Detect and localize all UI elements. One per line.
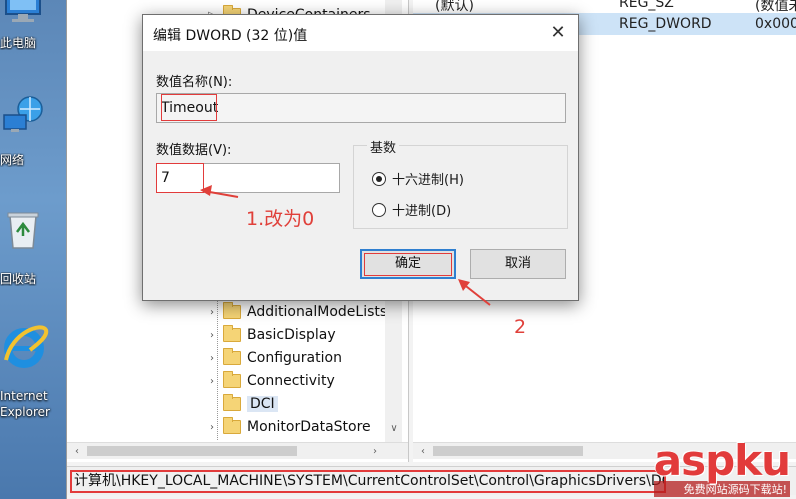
ie-icon	[4, 325, 49, 368]
radio-button[interactable]	[372, 202, 386, 217]
tree-item-label: Configuration	[247, 350, 342, 366]
value-row[interactable]: (默认) REG_SZ (数值未	[413, 0, 796, 14]
dialog-titlebar[interactable]: 编辑 DWORD (32 位)值 ✕	[143, 15, 578, 51]
chevron-right-icon[interactable]: ›	[207, 307, 217, 318]
chevron-right-icon[interactable]: ›	[207, 422, 217, 433]
radio-dec-label: 十进制(D)	[392, 204, 452, 219]
tree-item-basicdisplay[interactable]: › BasicDisplay	[207, 324, 407, 346]
tree-item-label: AdditionalModeLists	[247, 304, 388, 320]
chevron-right-icon[interactable]: ›	[207, 353, 217, 364]
desktop-icon-internet-explorer[interactable]: Internet Explorer	[0, 322, 66, 432]
folder-icon	[223, 348, 241, 365]
radio-decimal[interactable]: 十进制(D)	[372, 200, 451, 219]
chevron-left-icon[interactable]: ‹	[415, 443, 431, 460]
folder-icon	[223, 325, 241, 342]
radio-button-selected[interactable]	[372, 171, 386, 186]
desktop-icon-label: Internet Explorer	[0, 389, 50, 419]
tree-scrollbar-horizontal[interactable]: ‹ ›	[67, 442, 408, 460]
folder-icon	[223, 417, 241, 434]
tree-item-additionalmodelists[interactable]: › AdditionalModeLists	[207, 301, 407, 323]
cancel-button[interactable]: 取消	[470, 249, 566, 279]
annotation-step-2: 2	[514, 316, 527, 338]
tree-item-connectivity[interactable]: › Connectivity	[207, 370, 407, 392]
chevron-left-icon[interactable]: ‹	[69, 443, 85, 460]
chevron-right-icon[interactable]: ›	[207, 330, 217, 341]
value-name-highlight	[161, 94, 217, 121]
radio-hexadecimal[interactable]: 十六进制(H)	[372, 169, 464, 188]
desktop-icon-label: 回收站	[0, 272, 37, 286]
folder-icon	[223, 394, 241, 411]
tree-item-label: Connectivity	[247, 373, 335, 389]
tree-item-configuration[interactable]: › Configuration	[207, 347, 407, 369]
tree-item-label: DCI	[247, 396, 278, 412]
value-type: REG_SZ	[619, 0, 674, 11]
desktop-icon-label: 此电脑	[0, 36, 37, 50]
value-data: 0x0000	[755, 16, 796, 32]
edit-dword-dialog: 编辑 DWORD (32 位)值 ✕ 数值名称(N): 数值数据(V): 基数 …	[142, 14, 579, 301]
chevron-right-icon[interactable]: ›	[207, 376, 217, 387]
value-name-field[interactable]	[156, 93, 566, 123]
value-data-highlight	[156, 163, 204, 193]
tree-item-dci[interactable]: DCI	[207, 393, 407, 415]
desktop-icon-network[interactable]: 网络	[0, 95, 66, 175]
radio-hex-label: 十六进制(H)	[392, 173, 464, 188]
base-group-label: 基数	[367, 137, 400, 156]
desktop-icon-label: 网络	[0, 153, 25, 167]
desktop-icon-this-pc[interactable]: 此电脑	[0, 0, 66, 60]
scrollbar-thumb[interactable]	[87, 446, 297, 456]
tree-item-label: BasicDisplay	[247, 327, 336, 343]
chevron-down-icon[interactable]: ∨	[386, 420, 402, 437]
network-icon	[3, 96, 43, 132]
ok-button-highlight	[364, 253, 452, 276]
registry-path: 计算机\HKEY_LOCAL_MACHINE\SYSTEM\CurrentCon…	[70, 470, 666, 493]
folder-icon	[223, 371, 241, 388]
computer-icon	[5, 0, 41, 22]
value-name-label: 数值名称(N):	[156, 75, 233, 90]
recycle-bin-icon	[7, 212, 39, 249]
watermark-brand: aspku	[653, 436, 791, 485]
folder-icon	[223, 302, 241, 319]
desktop-icon-recycle-bin[interactable]: 回收站	[0, 210, 66, 290]
tree-item-label: MonitorDataStore	[247, 419, 371, 435]
value-type: REG_DWORD	[619, 16, 712, 32]
close-icon[interactable]: ✕	[546, 21, 570, 45]
annotation-step-1: 1.改为0	[246, 208, 315, 230]
tree-item-monitordatastore[interactable]: › MonitorDataStore	[207, 416, 407, 438]
value-data-label: 数值数据(V):	[156, 143, 232, 158]
watermark-logo: aspku 免费网站源码下载站!	[653, 436, 791, 497]
desktop: 此电脑 网络 回收站 Internet Explorer	[0, 0, 66, 499]
dialog-title: 编辑 DWORD (32 位)值	[153, 28, 308, 44]
scrollbar-thumb[interactable]	[433, 446, 583, 456]
chevron-right-icon[interactable]: ›	[367, 443, 383, 460]
